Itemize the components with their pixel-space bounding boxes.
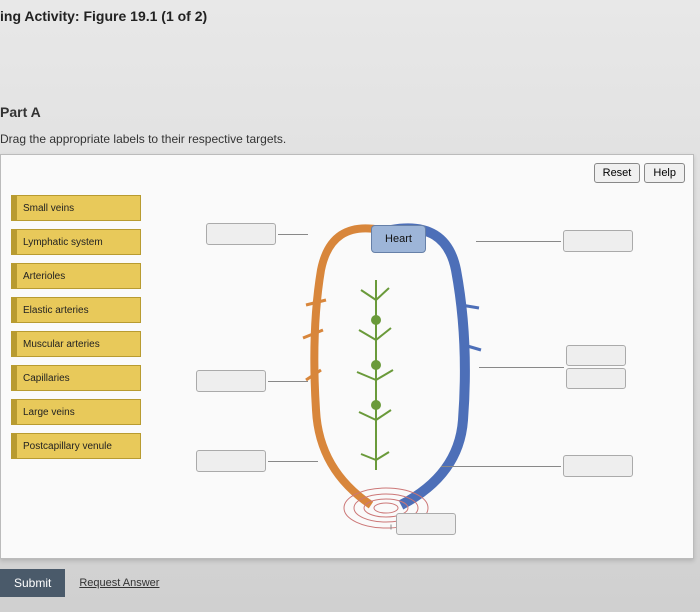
heart-label: Heart (371, 225, 426, 253)
leader-line (278, 234, 308, 235)
drop-target-3[interactable] (196, 450, 266, 472)
instruction-text: Drag the appropriate labels to their res… (0, 132, 700, 146)
drag-label-lymphatic-system[interactable]: Lymphatic system (11, 229, 141, 255)
leader-line (479, 367, 564, 368)
drop-target-6[interactable] (563, 455, 633, 477)
leader-line (268, 381, 308, 382)
drop-target-5[interactable] (566, 345, 626, 389)
activity-area: Reset Help Small veins Lymphatic system … (0, 154, 694, 559)
drag-label-large-veins[interactable]: Large veins (11, 399, 141, 425)
help-button[interactable]: Help (644, 163, 685, 183)
drag-label-postcapillary-venule[interactable]: Postcapillary venule (11, 433, 141, 459)
request-answer-link[interactable]: Request Answer (79, 577, 159, 589)
label-bank: Small veins Lymphatic system Arterioles … (11, 195, 141, 467)
drag-label-elastic-arteries[interactable]: Elastic arteries (11, 297, 141, 323)
leader-line (441, 466, 561, 467)
leader-line (391, 525, 392, 530)
reset-button[interactable]: Reset (594, 163, 641, 183)
circulatory-diagram (281, 210, 491, 530)
drop-target-7[interactable] (396, 513, 456, 535)
part-label: Part A (0, 104, 700, 120)
leader-line (476, 241, 561, 242)
page-title: ing Activity: Figure 19.1 (1 of 2) (0, 0, 700, 44)
drag-label-muscular-arteries[interactable]: Muscular arteries (11, 331, 141, 357)
leader-line (268, 461, 318, 462)
drop-target-4[interactable] (563, 230, 633, 252)
drag-label-arterioles[interactable]: Arterioles (11, 263, 141, 289)
drop-target-1[interactable] (206, 223, 276, 245)
drag-label-capillaries[interactable]: Capillaries (11, 365, 141, 391)
drop-target-2[interactable] (196, 370, 266, 392)
submit-button[interactable]: Submit (0, 569, 65, 597)
drag-label-small-veins[interactable]: Small veins (11, 195, 141, 221)
